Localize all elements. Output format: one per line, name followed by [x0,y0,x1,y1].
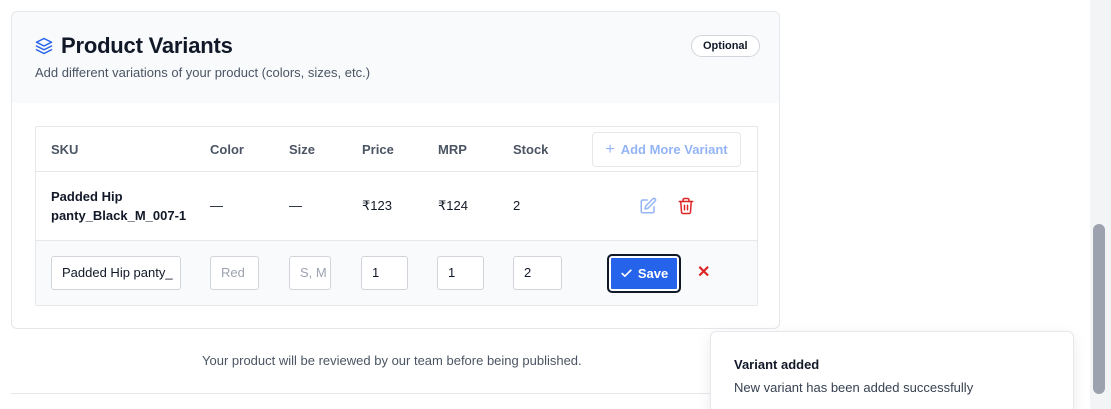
toast-title: Variant added [734,357,820,372]
sku-cell: Padded Hip panty_Black_M_007-1 [51,187,191,225]
column-header-color: Color [210,142,244,157]
table-header: SKU Color Size Price MRP Stock + Add Mor… [36,127,757,172]
plus-icon: + [605,140,615,158]
save-button[interactable]: Save [607,254,681,293]
column-header-size: Size [289,142,316,157]
edit-variant-row: Padded Hip panty_ Red S, M 1 1 2 Save ✕ [36,241,757,305]
color-cell: — [210,198,223,213]
add-more-variant-label: Add More Variant [620,142,728,157]
check-icon [621,269,632,278]
stock-input[interactable]: 2 [513,256,562,290]
size-cell: — [289,198,302,213]
save-label: Save [637,266,669,281]
size-input[interactable]: S, M [289,256,331,290]
scrollbar-thumb[interactable] [1093,224,1105,394]
add-more-variant-button[interactable]: + Add More Variant [592,132,741,167]
color-input[interactable]: Red [210,256,259,290]
toast-message: New variant has been added successfully [734,380,974,395]
variants-table: SKU Color Size Price MRP Stock + Add Mor… [35,126,758,306]
layers-icon [35,37,53,55]
optional-badge: Optional [691,35,760,57]
edit-icon[interactable] [639,197,657,215]
column-header-price: Price [362,142,394,157]
cancel-icon[interactable]: ✕ [697,262,710,282]
sku-line-2: panty_Black_M_007-1 [51,208,187,223]
section-title: Product Variants [61,33,233,58]
mrp-input[interactable]: 1 [437,256,484,290]
section-subtitle: Add different variations of your product… [35,65,371,80]
price-input[interactable]: 1 [361,256,408,290]
page: Product Variants Add different variation… [0,0,1111,409]
sku-input[interactable]: Padded Hip panty_ [51,256,181,290]
column-header-sku: SKU [51,142,79,157]
trash-icon[interactable] [677,197,695,215]
card-header: Product Variants Add different variation… [12,12,779,103]
product-variants-card: Product Variants Add different variation… [11,11,780,329]
toast-notification: Variant added New variant has been added… [710,331,1074,409]
mrp-cell: ₹124 [438,198,468,213]
price-cell: ₹123 [362,198,392,213]
divider [11,393,711,394]
review-notice: Your product will be reviewed by our tea… [202,353,582,368]
column-header-stock: Stock [513,142,549,157]
column-header-mrp: MRP [438,142,467,157]
sku-line-1: Padded Hip [51,189,123,204]
table-row: Padded Hip panty_Black_M_007-1 — — ₹123 … [36,172,757,241]
stock-cell: 2 [513,198,521,213]
